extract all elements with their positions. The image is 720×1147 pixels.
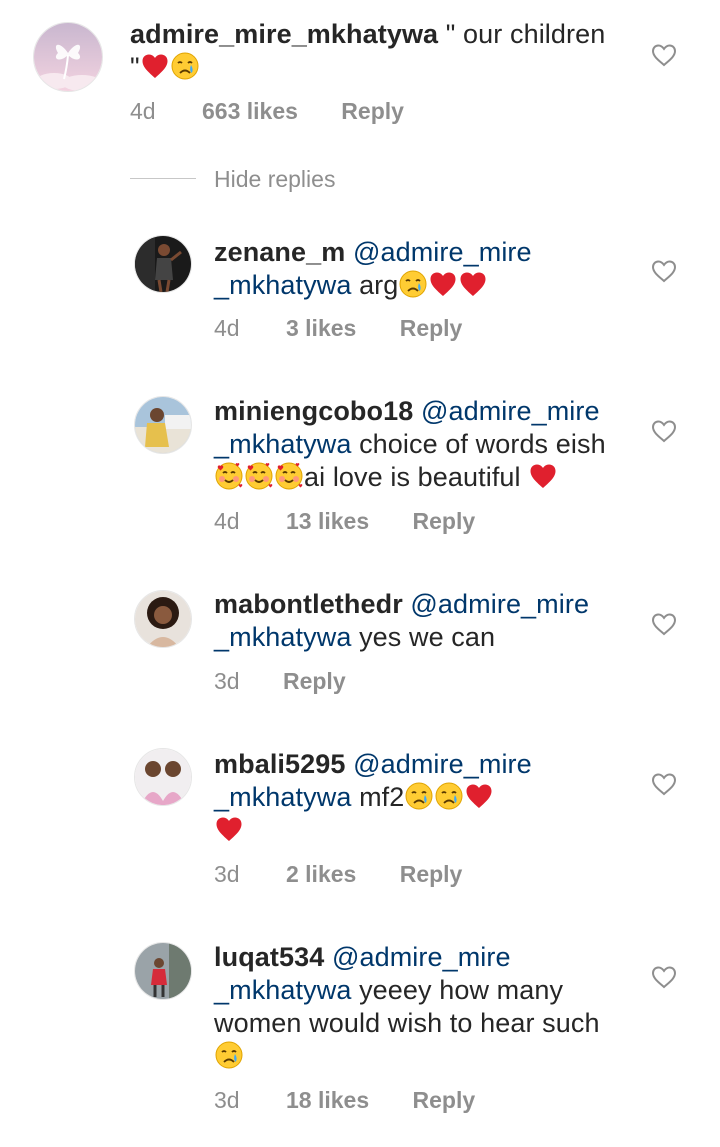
smiling-face-with-hearts-emoji-icon bbox=[244, 461, 274, 491]
red-heart-emoji-icon bbox=[528, 461, 558, 491]
reply-meta: 3d Reply bbox=[214, 668, 346, 695]
reply-body: arg bbox=[351, 270, 399, 300]
comment-body-line2: " bbox=[130, 52, 140, 82]
red-heart-emoji-icon bbox=[458, 269, 488, 299]
reply-body: yeeey how many bbox=[351, 975, 564, 1005]
crying-face-emoji-icon bbox=[404, 781, 434, 811]
reply-timestamp: 3d bbox=[214, 668, 240, 694]
profile-photo-icon bbox=[135, 749, 191, 805]
crying-face-emoji-icon bbox=[170, 51, 200, 81]
comment-likes-count[interactable]: 663 likes bbox=[202, 98, 298, 125]
reply-likes-count[interactable]: 18 likes bbox=[286, 1087, 369, 1114]
avatar-zenane-m[interactable] bbox=[134, 235, 192, 293]
red-heart-emoji-icon bbox=[214, 814, 244, 844]
smiling-face-with-hearts-emoji-icon bbox=[274, 461, 304, 491]
reply-text: miniengcobo18 @admire_mire _mkhatywa cho… bbox=[214, 395, 634, 494]
avatar-luqat534[interactable] bbox=[134, 942, 192, 1000]
like-heart-icon[interactable] bbox=[651, 612, 677, 636]
reply-meta: 4d 13 likes Reply bbox=[214, 508, 475, 535]
comment-body-line1: " our children bbox=[438, 19, 606, 49]
mention-link-cont[interactable]: _mkhatywa bbox=[214, 975, 351, 1005]
red-heart-emoji-icon bbox=[140, 51, 170, 81]
red-heart-emoji-icon bbox=[464, 781, 494, 811]
mention-link[interactable]: @admire_mire bbox=[410, 589, 589, 619]
profile-photo-icon bbox=[135, 236, 191, 292]
reply-meta: 3d 2 likes Reply bbox=[214, 861, 462, 888]
reply-meta: 3d 18 likes Reply bbox=[214, 1087, 475, 1114]
smiling-face-with-hearts-emoji-icon bbox=[214, 461, 244, 491]
main-comment-meta: 4d 663 likes Reply bbox=[130, 98, 404, 125]
red-heart-emoji-icon bbox=[428, 269, 458, 299]
reply-button[interactable]: Reply bbox=[283, 668, 346, 695]
reply-likes-count[interactable]: 3 likes bbox=[286, 315, 356, 342]
reply-button[interactable]: Reply bbox=[400, 315, 463, 342]
avatar-admire-mire-mkhatywa[interactable] bbox=[33, 22, 103, 92]
reply-text: mabontlethedr @admire_mire _mkhatywa yes… bbox=[214, 588, 634, 654]
crying-face-emoji-icon bbox=[214, 1040, 244, 1070]
reply-timestamp: 4d bbox=[214, 508, 240, 534]
reply-timestamp: 3d bbox=[214, 861, 240, 887]
crying-face-emoji-icon bbox=[434, 781, 464, 811]
profile-photo-icon bbox=[135, 397, 191, 453]
butterfly-avatar-icon bbox=[34, 23, 102, 91]
reply-text: zenane_m @admire_mire _mkhatywa arg bbox=[214, 236, 634, 302]
reply-button[interactable]: Reply bbox=[400, 861, 463, 888]
username-mabontlethedr[interactable]: mabontlethedr bbox=[214, 589, 403, 619]
profile-photo-icon bbox=[135, 591, 191, 647]
mention-link-cont[interactable]: _mkhatywa bbox=[214, 270, 351, 300]
username-miniengcobo18[interactable]: miniengcobo18 bbox=[214, 396, 413, 426]
reply-text: mbali5295 @admire_mire _mkhatywa mf2 bbox=[214, 748, 634, 847]
username-luqat534[interactable]: luqat534 bbox=[214, 942, 324, 972]
like-heart-icon[interactable] bbox=[651, 43, 677, 67]
avatar-miniengcobo18[interactable] bbox=[134, 396, 192, 454]
avatar-mbali5295[interactable] bbox=[134, 748, 192, 806]
crying-face-emoji-icon bbox=[398, 269, 428, 299]
reply-body-cont: ai love is beautiful bbox=[304, 462, 529, 492]
like-heart-icon[interactable] bbox=[651, 965, 677, 989]
like-heart-icon[interactable] bbox=[651, 259, 677, 283]
reply-timestamp: 4d bbox=[214, 315, 240, 341]
username-admire-mire-mkhatywa[interactable]: admire_mire_mkhatywa bbox=[130, 19, 438, 49]
hide-replies-button[interactable]: Hide replies bbox=[214, 166, 335, 193]
like-heart-icon[interactable] bbox=[651, 772, 677, 796]
reply-likes-count[interactable]: 13 likes bbox=[286, 508, 369, 535]
mention-link-cont[interactable]: _mkhatywa bbox=[214, 782, 351, 812]
username-zenane-m[interactable]: zenane_m bbox=[214, 237, 345, 267]
reply-meta: 4d 3 likes Reply bbox=[214, 315, 462, 342]
reply-button[interactable]: Reply bbox=[413, 1087, 476, 1114]
mention-link[interactable]: @admire_mire bbox=[421, 396, 600, 426]
avatar-mabontlethedr[interactable] bbox=[134, 590, 192, 648]
divider-line bbox=[130, 178, 196, 179]
mention-link-cont[interactable]: _mkhatywa bbox=[214, 429, 351, 459]
mention-link[interactable]: @admire_mire bbox=[332, 942, 511, 972]
mention-link[interactable]: @admire_mire bbox=[353, 237, 532, 267]
reply-body: mf2 bbox=[351, 782, 405, 812]
profile-photo-icon bbox=[135, 943, 191, 999]
reply-body: yes we can bbox=[351, 622, 496, 652]
reply-button[interactable]: Reply bbox=[413, 508, 476, 535]
like-heart-icon[interactable] bbox=[651, 419, 677, 443]
username-mbali5295[interactable]: mbali5295 bbox=[214, 749, 345, 779]
reply-timestamp: 3d bbox=[214, 1087, 240, 1113]
reply-button[interactable]: Reply bbox=[341, 98, 404, 125]
reply-likes-count[interactable]: 2 likes bbox=[286, 861, 356, 888]
mention-link-cont[interactable]: _mkhatywa bbox=[214, 622, 351, 652]
mention-link[interactable]: @admire_mire bbox=[353, 749, 532, 779]
comment-timestamp: 4d bbox=[130, 98, 156, 124]
reply-body-cont: women would wish to hear such bbox=[214, 1008, 600, 1038]
reply-text: luqat534 @admire_mire _mkhatywa yeeey ho… bbox=[214, 941, 634, 1073]
reply-body: choice of words eish bbox=[351, 429, 606, 459]
main-comment-text: admire_mire_mkhatywa " our children " bbox=[130, 18, 630, 84]
